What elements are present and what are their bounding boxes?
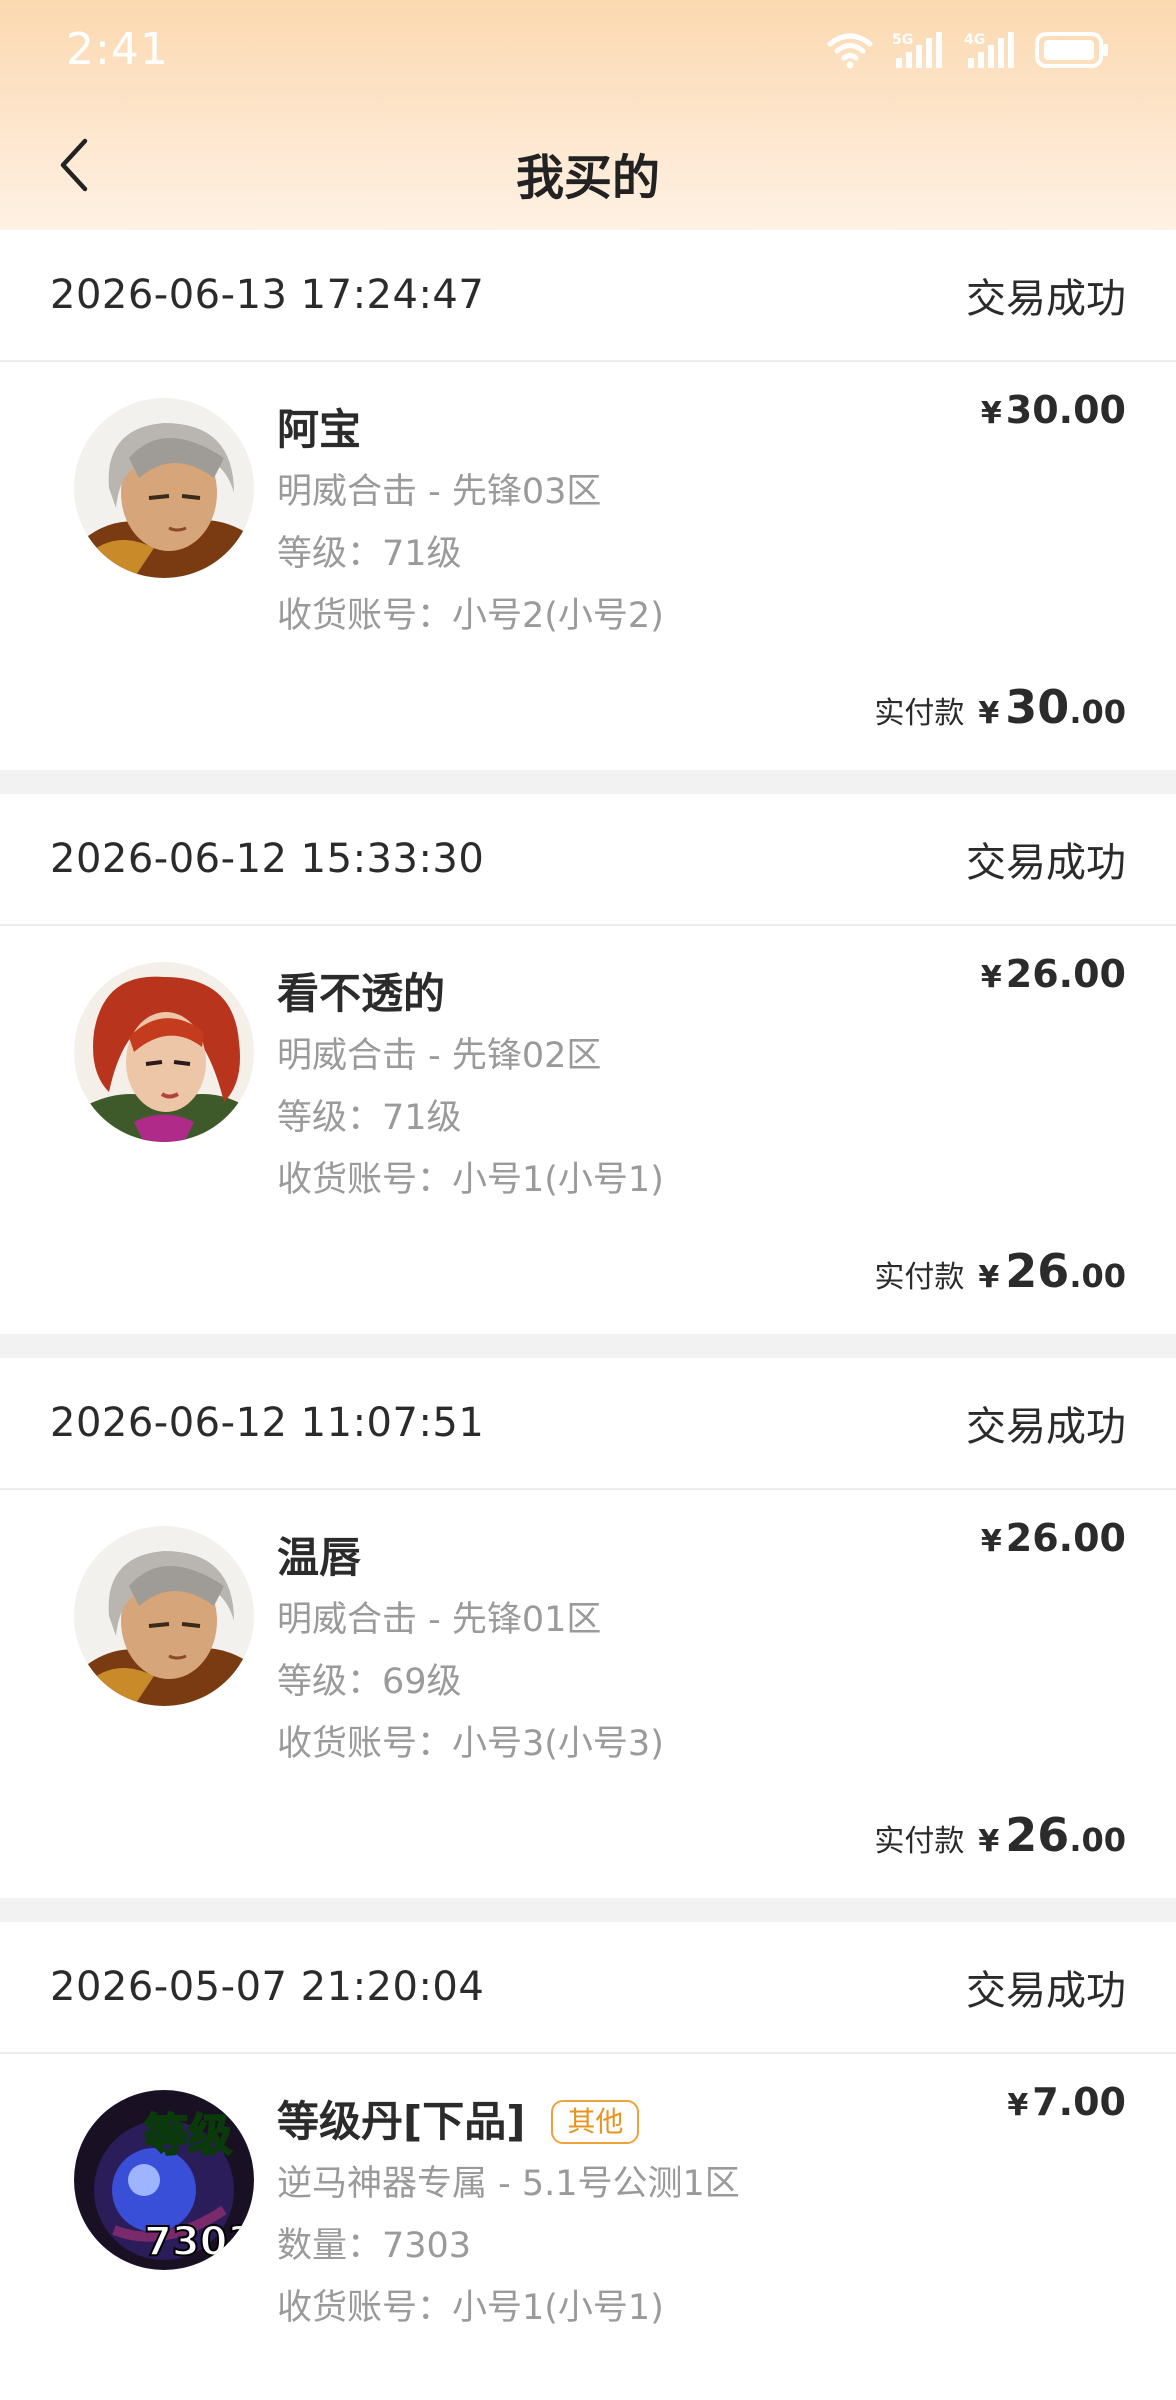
level-text: 等级：71级	[277, 1098, 462, 1138]
paid-amount: 实付款 ¥ 26 .00	[874, 1808, 1126, 1862]
order-card[interactable]: 2026-06-13 17:24:47 交易成功 阿宝 明威合击 - 先锋03区…	[0, 230, 1176, 770]
price-value: 7.00	[1032, 2080, 1126, 2124]
header: 2:41 5G 4G 我买的	[0, 0, 1176, 230]
page-title: 我买的	[515, 150, 660, 206]
paid-amount: 实付款 ¥ 26 .00	[874, 1244, 1126, 1298]
status-time: 2:41	[66, 24, 169, 75]
paid-amount: 实付款 ¥ 30 .00	[874, 680, 1126, 734]
order-time: 2026-06-12 11:07:51	[50, 1400, 485, 1446]
currency-symbol: ¥	[978, 696, 1000, 731]
server-text: 明威合击 - 先锋02区	[277, 1036, 602, 1076]
order-header: 2026-06-12 11:07:51 交易成功	[0, 1358, 1176, 1490]
order-info: 等级丹[下品] 其他 逆马神器专属 - 5.1号公测1区 数量：7303 收货账…	[277, 2092, 740, 2338]
item-name: 阿宝	[277, 405, 362, 454]
level-text: 等级：69级	[277, 1662, 462, 1702]
paid-label: 实付款	[874, 1260, 965, 1295]
currency-symbol: ¥	[980, 1524, 1002, 1559]
svg-text:5G: 5G	[892, 32, 913, 48]
order-time: 2026-06-12 15:33:30	[50, 836, 485, 882]
account-text: 收货账号：小号3(小号3)	[277, 1724, 664, 1764]
category-tag: 其他	[551, 2100, 640, 2144]
item-name-row: 等级丹[下品] 其他	[277, 2092, 740, 2152]
paid-label: 实付款	[874, 696, 965, 731]
account-text: 收货账号：小号2(小号2)	[277, 596, 664, 636]
server-text: 逆马神器专属 - 5.1号公测1区	[277, 2164, 740, 2204]
order-header: 2026-06-12 15:33:30 交易成功	[0, 794, 1176, 926]
item-icon-label: 等级	[144, 2110, 232, 2161]
order-list: 2026-06-13 17:24:47 交易成功 阿宝 明威合击 - 先锋03区…	[0, 230, 1176, 2400]
paid-integer: 30	[1005, 680, 1070, 734]
order-status: 交易成功	[966, 1404, 1126, 1450]
order-header: 2026-06-13 17:24:47 交易成功	[0, 230, 1176, 362]
currency-symbol: ¥	[980, 960, 1002, 995]
signal-4g-icon: 4G	[964, 32, 1014, 68]
order-card[interactable]: 2026-06-12 15:33:30 交易成功 看不透的 明威合击 - 先锋0…	[0, 794, 1176, 1334]
order-card[interactable]: 2026-05-07 21:20:04 交易成功 等级 7303 等级丹[下品]	[0, 1922, 1176, 2400]
quantity-text: 数量：7303	[277, 2226, 472, 2266]
order-status: 交易成功	[966, 276, 1126, 322]
paid-integer: 26	[1005, 1808, 1070, 1862]
item-price: ¥30.00	[981, 388, 1126, 432]
order-info: 看不透的 明威合击 - 先锋02区 等级：71级 收货账号：小号1(小号1)	[277, 964, 664, 1210]
account-text: 收货账号：小号1(小号1)	[277, 2288, 664, 2328]
currency-symbol: ¥	[978, 1824, 1000, 1859]
currency-symbol: ¥	[1007, 2088, 1029, 2123]
order-body: 温唇 明威合击 - 先锋01区 等级：69级 收货账号：小号3(小号3) ¥26…	[0, 1490, 1176, 1898]
order-status: 交易成功	[966, 1968, 1126, 2014]
order-card[interactable]: 2026-06-12 11:07:51 交易成功 温唇 明威合击 - 先锋01区…	[0, 1358, 1176, 1898]
signal-5g-icon: 5G	[892, 32, 942, 68]
male-warrior-avatar	[74, 1526, 254, 1706]
order-time: 2026-06-13 17:24:47	[50, 272, 485, 318]
svg-text:4G: 4G	[964, 32, 985, 48]
order-info: 温唇 明威合击 - 先锋01区 等级：69级 收货账号：小号3(小号3)	[277, 1528, 664, 1774]
order-time: 2026-05-07 21:20:04	[50, 1964, 485, 2010]
order-info: 阿宝 明威合击 - 先锋03区 等级：71级 收货账号：小号2(小号2)	[277, 400, 664, 646]
order-body: 看不透的 明威合击 - 先锋02区 等级：71级 收货账号：小号1(小号1) ¥…	[0, 926, 1176, 1334]
item-price: ¥26.00	[981, 952, 1126, 996]
level-pill-item-icon: 等级 7303	[74, 2090, 254, 2270]
currency-symbol: ¥	[978, 1260, 1000, 1295]
male-warrior-avatar	[74, 398, 254, 578]
order-body: 等级 7303 等级丹[下品] 其他 逆马神器专属 - 5.1号公测1区 数量：…	[0, 2054, 1176, 2400]
battery-icon	[1035, 32, 1108, 68]
paid-decimal: .00	[1069, 1257, 1126, 1295]
account-text: 收货账号：小号1(小号1)	[277, 1160, 664, 1200]
currency-symbol: ¥	[980, 396, 1002, 431]
price-value: 26.00	[1005, 952, 1126, 996]
nav-bar: 我买的	[0, 100, 1176, 230]
female-warrior-avatar	[74, 962, 254, 1142]
paid-decimal: .00	[1069, 693, 1126, 731]
order-status: 交易成功	[966, 840, 1126, 886]
item-name: 等级丹[下品]	[277, 2097, 526, 2146]
level-text: 等级：71级	[277, 534, 462, 574]
paid-label: 实付款	[874, 1824, 965, 1859]
price-value: 30.00	[1005, 388, 1126, 432]
item-price: ¥7.00	[1007, 2080, 1126, 2124]
item-name: 温唇	[277, 1533, 362, 1582]
wifi-icon	[827, 33, 873, 69]
status-bar: 2:41 5G 4G	[0, 0, 1176, 100]
item-icon-count: 7303	[144, 2219, 254, 2265]
order-body: 阿宝 明威合击 - 先锋03区 等级：71级 收货账号：小号2(小号2) ¥30…	[0, 362, 1176, 770]
server-text: 明威合击 - 先锋03区	[277, 472, 602, 512]
item-price: ¥26.00	[981, 1516, 1126, 1560]
status-icons: 5G 4G	[826, 28, 1110, 72]
item-name: 看不透的	[277, 969, 446, 1018]
order-header: 2026-05-07 21:20:04 交易成功	[0, 1922, 1176, 2054]
paid-integer: 26	[1005, 1244, 1070, 1298]
price-value: 26.00	[1005, 1516, 1126, 1560]
paid-decimal: .00	[1069, 1821, 1126, 1859]
server-text: 明威合击 - 先锋01区	[277, 1600, 602, 1640]
